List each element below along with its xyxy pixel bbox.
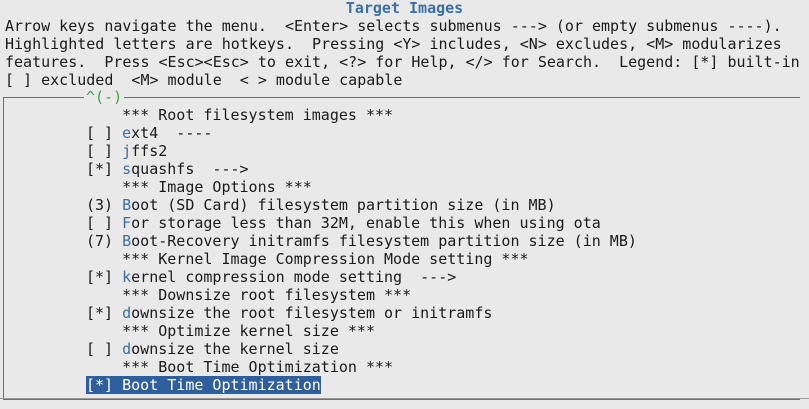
menu-item-text: ernel compression mode setting ---> [131,268,457,286]
menu-item-label: kernel compression mode setting ---> [122,268,456,286]
menu-item-state[interactable]: [*] [86,304,122,322]
menu-item[interactable]: [ ] For storage less than 32M, enable th… [86,214,601,232]
menu-item-hotkey: d [122,304,132,322]
menu-section-label: *** Optimize kernel size *** [86,322,375,340]
menu-item-label: Boot-Recovery initramfs filesystem parti… [122,232,637,250]
menu-item-text: oot (SD Card) filesystem partition size … [131,196,556,214]
menu-item[interactable]: [ ] ext4 ---- [86,124,212,142]
menu-item[interactable]: [*] downsize the root filesystem or init… [86,304,492,322]
menu-box-bottom-border [0,398,809,399]
menu-section-header: *** Kernel Image Compression Mode settin… [86,250,529,268]
menu-item-text: or storage less than 32M, enable this wh… [131,214,601,232]
menu-item-hotkey: e [122,124,132,142]
menu-item-text: ownsize the root filesystem or initramfs [131,304,493,322]
menu-item[interactable]: (7) Boot-Recovery initramfs filesystem p… [86,232,637,250]
menu-item-hotkey: j [122,142,132,160]
menu-item-hotkey: s [122,160,132,178]
menu-item-label: squashfs ---> [122,160,248,178]
menu-item-text: ffs2 [131,142,168,160]
menu-item-label: ext4 ---- [122,124,212,142]
menu-item-state[interactable]: (3) [86,196,122,214]
help-text: Arrow keys navigate the menu. <Enter> se… [5,17,800,89]
menu-item-hotkey: k [122,268,132,286]
menu-item-hotkey: B [122,196,132,214]
menu-item-state[interactable]: (7) [86,232,122,250]
menu-item[interactable]: [ ] downsize the kernel size [86,340,339,358]
menu-section-header: *** Root filesystem images *** [86,106,393,124]
menu-item[interactable]: [*] kernel compression mode setting ---> [86,268,456,286]
menu-item-state[interactable]: [ ] [86,124,122,142]
help-line: features. Press <Esc><Esc> to exit, <?> … [5,53,800,71]
menu-section-label: *** Root filesystem images *** [86,106,394,124]
menu-item[interactable]: [*] Boot Time Optimization [86,376,321,394]
help-line: [ ] excluded <M> module < > module capab… [5,71,403,89]
help-line: Arrow keys navigate the menu. <Enter> se… [5,17,782,35]
menu-item-label: Boot (SD Card) filesystem partition size… [122,196,555,214]
menu-item-state[interactable]: [*] [86,268,122,286]
menu-section-label: *** Boot Time Optimization *** [86,358,394,376]
menu-item-text: oot-Recovery initramfs filesystem partit… [131,232,637,250]
menu-section-header: *** Optimize kernel size *** [86,322,375,340]
menu-item-hotkey: B [122,376,132,394]
menu-item-state[interactable]: [ ] [86,214,122,232]
menu-item-state[interactable]: [ ] [86,142,122,160]
menu-item-label: downsize the kernel size [122,340,339,358]
menu-section-header: *** Image Options *** [86,178,312,196]
menu-item[interactable]: [ ] jffs2 [86,142,167,160]
window-title: Target Images [345,0,464,17]
menu-item-label: jffs2 [122,142,167,160]
menu-section-label: *** Image Options *** [86,178,312,196]
help-line: Highlighted letters are hotkeys. Pressin… [5,35,782,53]
menu-item-state[interactable]: [*] [86,376,123,394]
scroll-up-indicator: ^(-) [84,88,125,106]
menu-item-label: Boot Time Optimization [122,376,321,394]
menu-item[interactable]: (3) Boot (SD Card) filesystem partition … [86,196,556,214]
menu-section-header: *** Downsize root filesystem *** [86,286,411,304]
menu-item-text: quashfs ---> [131,160,249,178]
menu-item-text: oot Time Optimization [131,376,321,394]
menu-section-label: *** Kernel Image Compression Mode settin… [86,250,529,268]
menu-section-label: *** Downsize root filesystem *** [86,286,412,304]
menu-item-text: ownsize the kernel size [131,340,339,358]
menu-section-header: *** Boot Time Optimization *** [86,358,393,376]
menu-item-label: downsize the root filesystem or initramf… [122,304,492,322]
menu-item-state[interactable]: [ ] [86,340,122,358]
menu-item-label: For storage less than 32M, enable this w… [122,214,601,232]
menu-item-hotkey: F [122,214,132,232]
menu-item-state[interactable]: [*] [86,160,122,178]
menu-item-hotkey: d [122,340,132,358]
menu-item-text: xt4 ---- [131,124,213,142]
menu-item-hotkey: B [122,232,132,250]
menu-item[interactable]: [*] squashfs ---> [86,160,249,178]
